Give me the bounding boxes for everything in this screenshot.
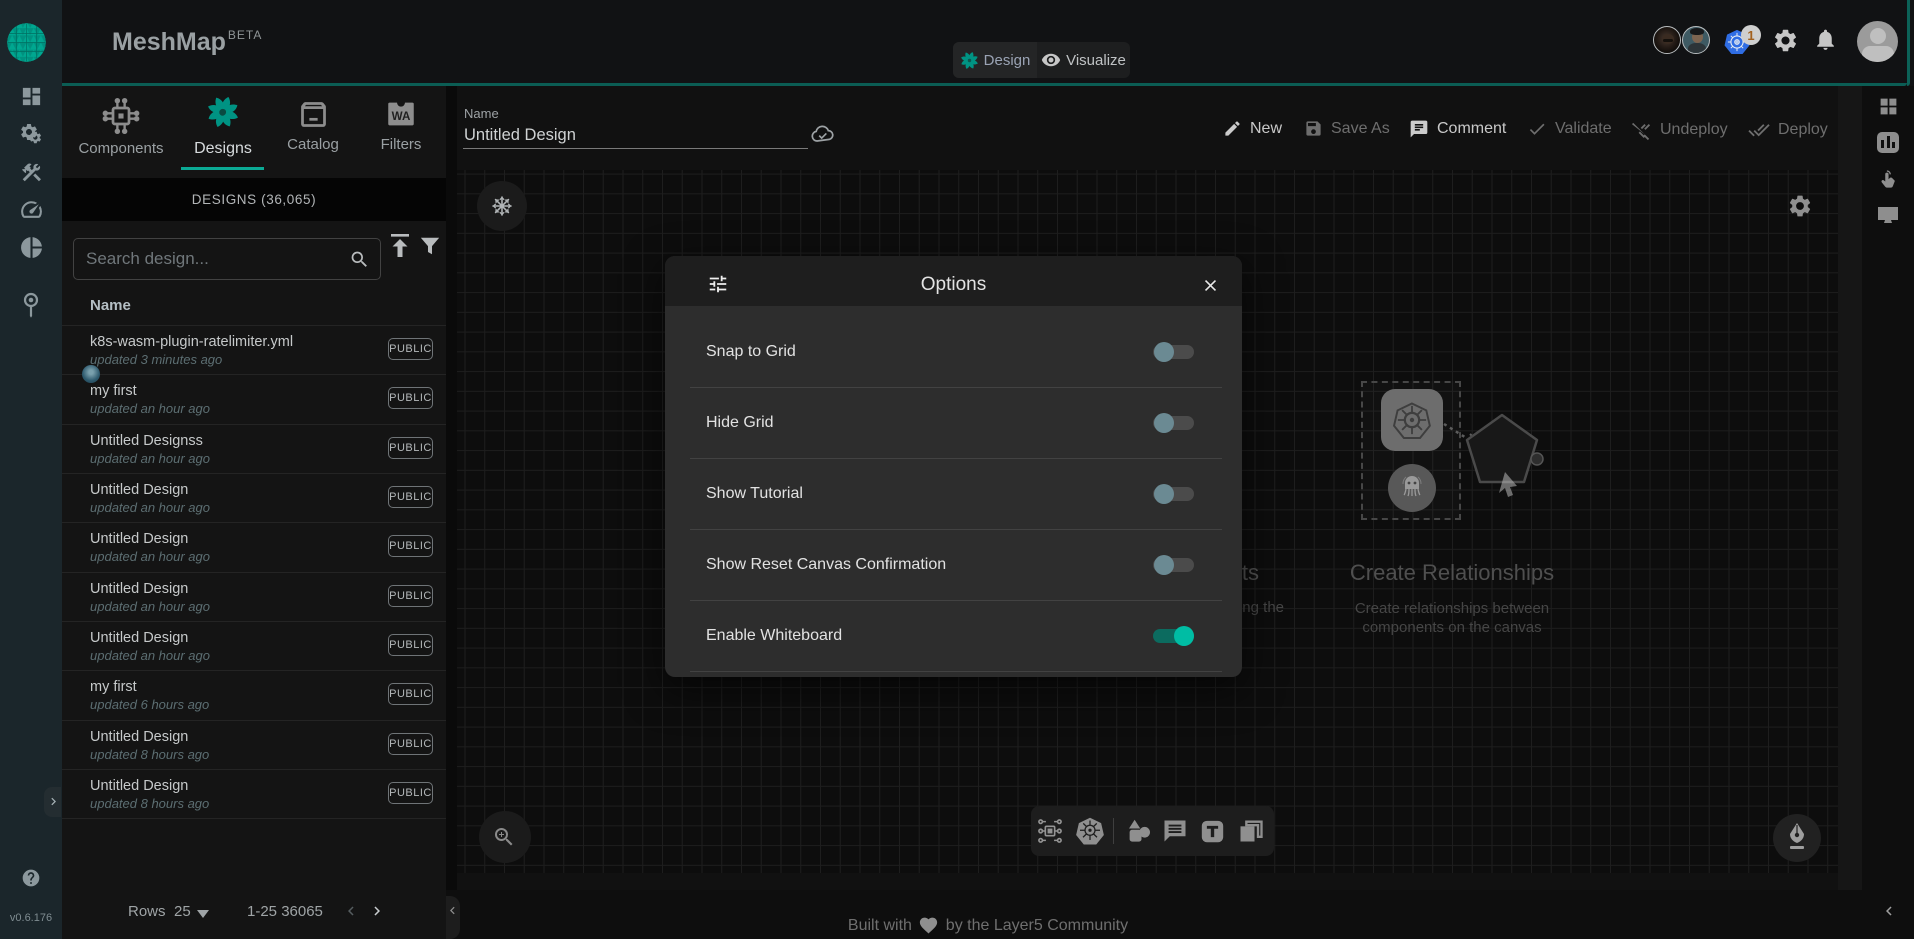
svg-text:WA: WA: [392, 110, 411, 123]
